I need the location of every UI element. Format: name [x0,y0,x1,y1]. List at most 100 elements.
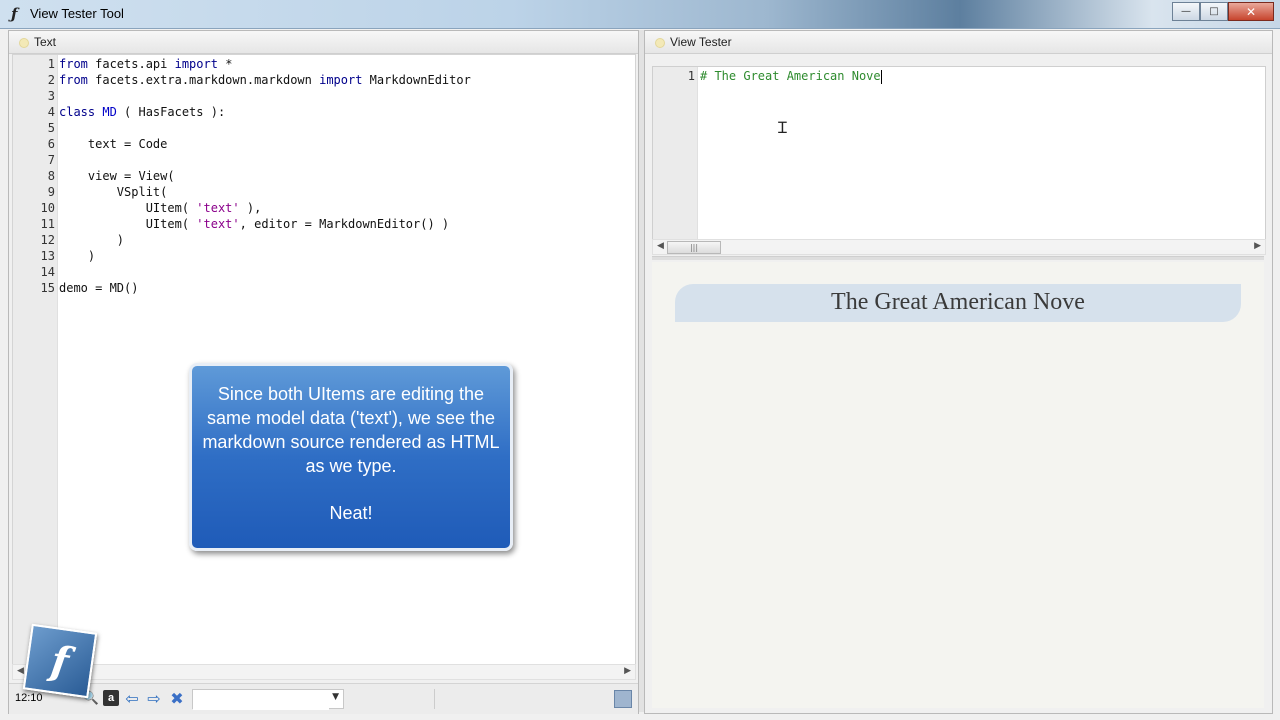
code-token: VSplit( [59,185,168,199]
scroll-left-icon[interactable]: ◀ [17,666,24,676]
code-editor[interactable]: 1 from facets.api import * 2 from facets.ex… [12,54,636,666]
code-token: class [59,105,96,119]
code-token: from [59,73,88,87]
line-number: 6 [47,137,55,151]
ibeam-cursor-icon: Ɪ [778,118,787,137]
find-next-icon[interactable]: ⇨ [146,689,162,708]
text-cursor [880,69,882,84]
markdown-text: # The Great American Nove [700,69,881,83]
code-token: , editor = MarkdownEditor() ) [239,217,450,231]
code-token: ), [239,201,262,215]
code-token: UItem( [59,201,197,215]
app-icon: ƒ [11,5,18,23]
tab-text[interactable]: Text [9,31,638,54]
window-controls: — □ ✕ [1172,2,1274,21]
scroll-left-icon[interactable]: ◀ [657,241,664,251]
code-text: class MD ( HasFacets ): [59,104,225,120]
code-line: 2 from facets.extra.markdown.markdown imp… [13,72,633,88]
save-icon[interactable] [614,690,632,708]
code-line: 8 view = View( [13,168,633,184]
line-number: 5 [47,121,55,135]
chevron-down-icon[interactable]: ▼ [332,692,339,702]
code-line: 14 [13,264,633,280]
code-token: view = View( [59,169,175,183]
divider [434,689,435,709]
code-line: 12 ) [13,232,633,248]
scroll-right-icon[interactable]: ▶ [1254,241,1261,251]
code-text: view = View( [59,168,175,184]
line-number: 2 [47,73,55,87]
maximize-button[interactable]: □ [1200,2,1228,21]
code-text: ) [59,248,95,264]
code-line: 7 [13,152,633,168]
line-number: 12 [40,233,55,247]
vsplit-divider[interactable] [652,256,1264,260]
annotation-callout: Since both UItems are editing the same m… [189,363,513,551]
tab-view-tester[interactable]: View Tester [645,31,1272,54]
line-number: 14 [40,265,55,279]
title-bar: ƒ View Tester Tool — □ ✕ [0,0,1280,29]
rendered-heading: The Great American Nove [831,289,1085,315]
code-text: text = Code [59,136,167,152]
minimize-button[interactable]: — [1172,2,1200,21]
code-token: * [217,57,233,71]
horizontal-scrollbar[interactable]: ◀ ▶ [12,664,636,680]
find-dropdown[interactable]: ▼ [192,689,344,710]
find-input[interactable] [193,694,329,710]
rendered-heading-box: The Great American Nove [675,284,1241,322]
code-text: UItem( 'text', editor = MarkdownEditor()… [59,216,449,232]
clear-find-icon[interactable]: ✖ [169,689,185,708]
line-number: 15 [40,281,55,295]
code-line: 1 from facets.api import * [13,56,633,72]
code-token: 'text' [196,217,240,231]
code-text: UItem( 'text' ), [59,200,262,216]
line-number: 1 [47,57,55,71]
code-token: from [59,57,88,71]
status-bar: 12:10 🔍 a ⇦ ⇨ ✖ ▼ [9,683,638,714]
line-number: 8 [47,169,55,183]
tab-dot-icon [655,38,665,48]
markdown-editor[interactable]: 1 # The Great American Nove Ɪ [652,66,1266,240]
callout-neat: Neat! [329,503,373,523]
code-token: ( HasFacets ): [116,105,226,119]
line-number: 7 [47,153,55,167]
scrollbar-thumb[interactable]: ||| [667,241,721,254]
code-token: text = Code [59,137,168,151]
cursor-position: 12:10 [15,692,43,704]
code-line: 15 demo = MD() [13,280,633,296]
horizontal-scrollbar[interactable]: ◀ ||| ▶ [652,239,1266,255]
code-text: demo = MD() [59,280,138,296]
facets-logo: f [22,623,98,699]
code-token: facets.api [87,57,175,71]
callout-message: Since both UItems are editing the same m… [202,384,500,476]
code-token: MD [102,105,117,119]
markdown-source-line[interactable]: # The Great American Nove [700,68,882,84]
line-number: 9 [47,185,55,199]
code-text: from facets.api import * [59,56,232,72]
case-sensitive-toggle[interactable]: a [103,690,119,706]
line-number-gutter [653,67,698,239]
window-title: View Tester Tool [30,6,124,21]
close-button[interactable]: ✕ [1228,2,1274,21]
code-token: import [174,57,218,71]
code-line: 9 VSplit( [13,184,633,200]
code-token: UItem( [59,217,197,231]
tab-text-label: Text [34,35,57,49]
code-token: MarkdownEditor [362,73,471,87]
scroll-right-icon[interactable]: ▶ [624,666,631,676]
code-text: ) [59,232,124,248]
code-token: demo = MD() [59,281,139,295]
find-previous-icon[interactable]: ⇦ [124,689,140,708]
code-token: ) [59,249,96,263]
code-line: 5 [13,120,633,136]
line-number: 10 [40,201,55,215]
code-token: facets.extra.markdown.markdown [87,73,320,87]
code-token: ) [59,233,125,247]
line-number: 13 [40,249,55,263]
line-number: 4 [47,105,55,119]
code-line: 13 ) [13,248,633,264]
code-line: 4 class MD ( HasFacets ): [13,104,633,120]
code-line: 11 UItem( 'text', editor = MarkdownEdito… [13,216,633,232]
tab-view-tester-label: View Tester [670,35,732,49]
code-line: 3 [13,88,633,104]
